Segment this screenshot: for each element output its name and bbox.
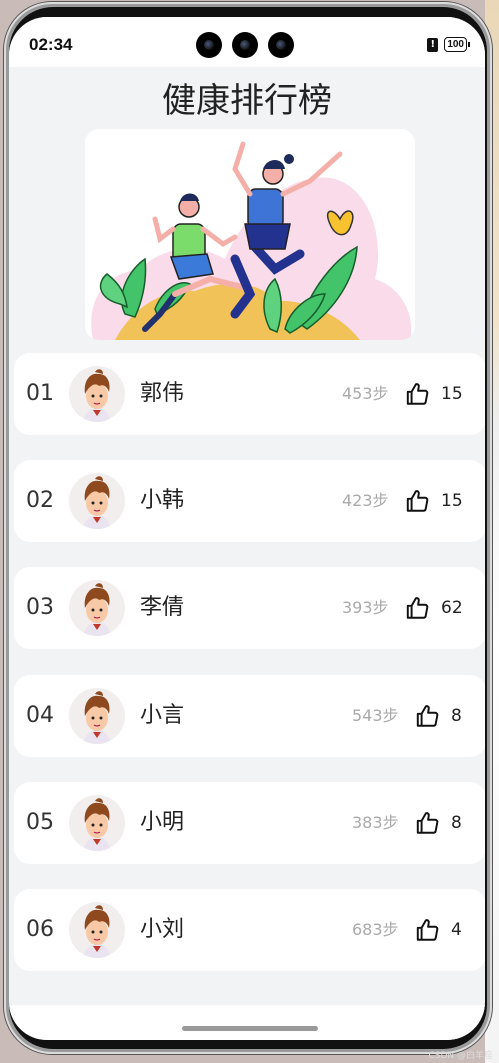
user-name: 李倩 [140,595,185,620]
camera-cutout [196,32,294,58]
avatar [69,688,125,744]
status-bar: 02:34 ! 100 [9,17,485,67]
step-count: 683步 [352,920,399,939]
camera-icon [232,32,258,58]
user-name: 小言 [140,703,185,728]
status-indicators: ! 100 [427,37,470,52]
avatar [69,366,125,422]
user-name: 小刘 [140,917,185,942]
user-name: 郭伟 [140,381,185,406]
like-count: 62 [441,598,463,618]
watermark: CSDN @白羊座 [428,1051,493,1061]
rank-number: 02 [26,488,54,513]
camera-icon [196,32,222,58]
step-count: 543步 [352,706,399,725]
list-item[interactable]: 06 小刘 683步 4 [14,889,485,971]
home-indicator[interactable] [182,1026,318,1031]
like-count: 8 [451,813,462,833]
rank-number: 04 [26,703,54,728]
avatar [69,473,125,529]
thumbs-up-icon[interactable] [414,703,440,729]
thumbs-up-icon[interactable] [414,917,440,943]
rank-number: 05 [26,810,54,835]
list-item[interactable]: 02 小韩 423步 15 [14,460,485,542]
list-item[interactable]: 01 郭伟 453步 15 [14,353,485,435]
rank-number: 03 [26,595,54,620]
status-time: 02:34 [29,35,73,54]
list-item[interactable]: 03 李倩 393步 62 [14,567,485,649]
alert-icon: ! [427,37,439,52]
step-count: 453步 [342,384,389,403]
thumbs-up-icon[interactable] [404,595,430,621]
step-count: 393步 [342,598,389,617]
thumbs-up-icon[interactable] [404,381,430,407]
camera-icon [268,32,294,58]
like-count: 15 [441,491,463,511]
like-count: 15 [441,384,463,404]
thumbs-up-icon[interactable] [414,810,440,836]
battery-level: 100 [447,39,464,50]
avatar [69,795,125,851]
user-name: 小明 [140,810,185,835]
like-count: 4 [451,920,462,940]
list-item[interactable]: 05 小明 383步 8 [14,782,485,864]
avatar [69,902,125,958]
list-item[interactable]: 04 小言 543步 8 [14,675,485,757]
rank-number: 06 [26,917,54,942]
user-name: 小韩 [140,488,185,513]
step-count: 383步 [352,813,399,832]
bottom-panel [9,1005,485,1040]
battery-icon: 100 [444,37,470,52]
thumbs-up-icon[interactable] [404,488,430,514]
like-count: 8 [451,706,462,726]
app-screen: 02:34 ! 100 健康排行榜 01 郭伟 453步 15 02 小韩 42… [9,17,485,1040]
page-title: 健康排行榜 [162,81,332,121]
rank-number: 01 [26,381,54,406]
step-count: 423步 [342,491,389,510]
banner-illustration [85,129,415,340]
avatar [69,580,125,636]
